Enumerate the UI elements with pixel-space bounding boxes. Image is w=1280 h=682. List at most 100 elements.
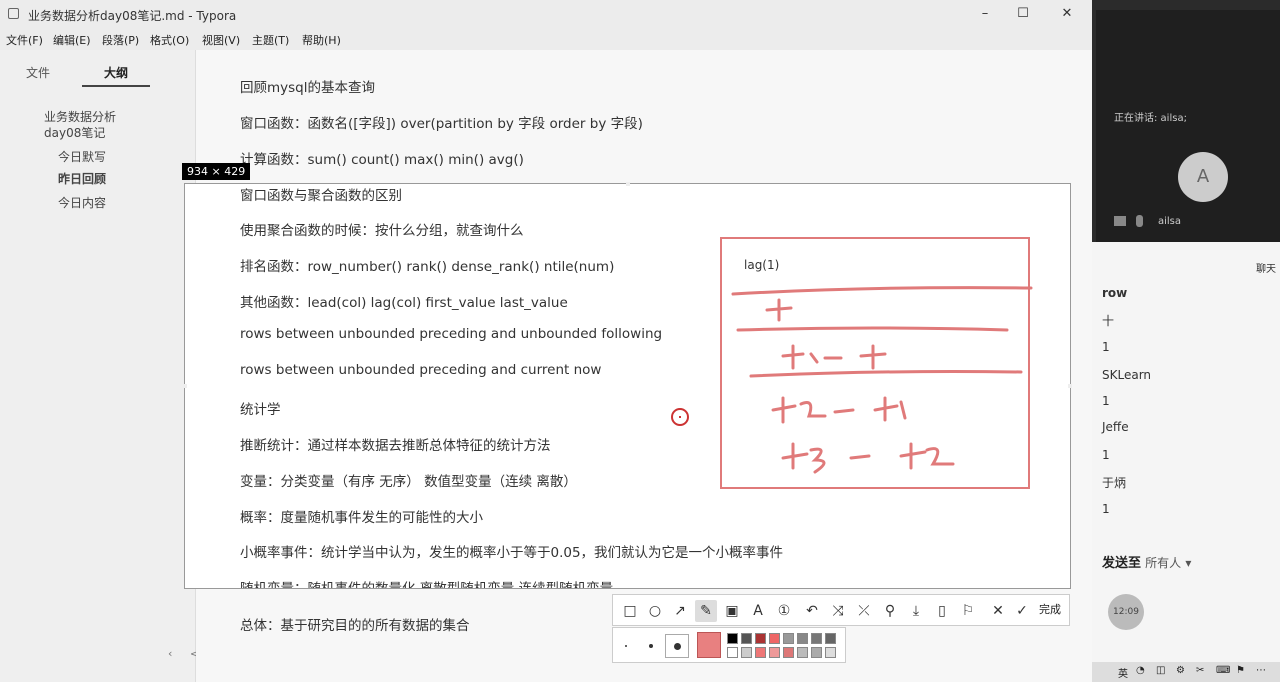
send-to-label: 发送至 [1102,556,1142,571]
color-swatch[interactable] [783,633,794,644]
tray-icon[interactable]: ◫ [1156,665,1165,676]
resize-handle[interactable] [1068,384,1072,388]
resize-handle[interactable] [183,384,187,388]
title-bar: 业务数据分析day08笔记.md - Typora – ☐ ✕ [0,0,1092,28]
resize-handle[interactable] [626,182,630,186]
current-color[interactable] [697,632,721,658]
tab-outline[interactable]: 大纲 [82,64,151,87]
color-swatch[interactable] [741,633,752,644]
tray-icon[interactable]: ✂ [1196,665,1204,676]
chat-message: Jeffe [1102,420,1129,434]
done-button[interactable]: 完成 [1039,601,1061,617]
menu-view[interactable]: 视图(V) [202,32,240,48]
resize-icon[interactable]: ⤫ [853,600,875,622]
undo-icon[interactable]: ↶ [801,600,823,622]
outline-item[interactable]: 今日默写 [58,148,106,165]
tray-icon[interactable]: ⚙ [1176,665,1185,676]
participant-name: ailsa [1158,216,1182,227]
capture-line: 随机变量：随机事件的数量化 离散型随机变量 连续型随机变量 [240,577,613,588]
chevron-left-icon[interactable]: ‹ [168,647,172,660]
capture-line: 概率：度量随机事件发生的可能性的大小 [240,510,483,526]
annotation-label: lag(1) [744,258,780,272]
cancel-icon[interactable]: ✕ [987,600,1009,622]
menu-edit[interactable]: 编辑(E) [53,32,91,48]
color-swatch[interactable] [825,633,836,644]
color-swatch[interactable] [797,647,808,658]
outline-item[interactable]: day08笔记 [44,124,105,141]
save-icon[interactable]: ▯ [931,600,953,622]
maximize-icon[interactable]: ☐ [1008,4,1038,24]
editor-line: 回顾mysql的基本查询 [240,80,375,96]
camera-icon[interactable] [1114,216,1126,226]
speaking-indicator: 正在讲话: ailsa; [1114,113,1187,124]
color-swatch[interactable] [783,647,794,658]
capture-line: 其他函数：lead(col) lag(col) first_value last… [240,295,568,311]
capture-line: 使用聚合函数的时候：按什么分组，就查询什么 [240,223,524,239]
download-icon[interactable]: ⤓ [905,600,927,622]
chat-message: 1 [1102,394,1110,408]
capture-line: rows between unbounded preceding and unb… [240,326,663,342]
send-to-selector[interactable]: 发送至 所有人 ▾ [1102,552,1191,571]
tray-icon[interactable]: ⌨ [1216,665,1230,676]
close-icon[interactable]: ✕ [1052,4,1082,24]
capture-line: 排名函数：row_number() rank() dense_rank() nt… [240,259,615,275]
rectangle-icon[interactable]: □ [619,600,641,622]
tray-icon[interactable]: ⋯ [1256,665,1266,676]
editor-line: 计算函数：sum() count() max() min() avg() [240,152,524,168]
color-swatch[interactable] [825,647,836,658]
color-swatch[interactable] [755,647,766,658]
text-icon[interactable]: A [747,600,769,622]
color-swatch[interactable] [755,633,766,644]
color-swatch[interactable] [769,633,780,644]
ime-indicator[interactable]: 英 [1118,665,1128,680]
outline-item[interactable]: 昨日回顾 [58,170,106,187]
tray-icon[interactable]: ◔ [1136,665,1145,676]
annotation-rectangle[interactable] [720,237,1030,489]
ellipse-icon[interactable]: ○ [644,600,666,622]
color-swatch[interactable] [727,633,738,644]
color-swatch[interactable] [727,647,738,658]
meeting-panel: 正在讲话: ailsa; A ailsa 聊天 row 十 1 SKLearn … [1092,0,1280,682]
timer-badge: 12:09 [1108,594,1144,630]
outline-item[interactable]: 今日内容 [58,194,106,211]
capture-line: rows between unbounded preceding and cur… [240,362,602,378]
color-swatch[interactable] [741,647,752,658]
tab-files[interactable]: 文件 [26,64,50,81]
color-swatch[interactable] [769,647,780,658]
confirm-icon[interactable]: ✓ [1011,600,1033,622]
capture-line: 小概率事件：统计学当中认为，发生的概率小于等于0.05，我们就认为它是一个小概率… [240,545,784,561]
color-swatch[interactable] [797,633,808,644]
arrow-icon[interactable]: ↗ [669,600,691,622]
number-icon[interactable]: ① [773,600,795,622]
menu-help[interactable]: 帮助(H) [302,32,341,48]
chevron-down-icon: ▾ [1185,556,1192,570]
menu-file[interactable]: 文件(F) [6,32,43,48]
size-small[interactable] [625,645,627,647]
size-large[interactable] [665,634,689,658]
editor-line: 总体：基于研究目的的所有数据的集合 [240,618,470,634]
color-swatch[interactable] [811,647,822,658]
window-title: 业务数据分析day08笔记.md - Typora [28,9,237,23]
chat-message: row [1102,286,1128,300]
menu-format[interactable]: 格式(O) [150,32,189,48]
outline-item[interactable]: 业务数据分析 [44,108,116,125]
chat-message: 十 [1102,314,1115,328]
pin-icon[interactable]: ⚲ [879,600,901,622]
pointer-cursor-icon [671,408,689,426]
microphone-icon[interactable] [1136,215,1143,227]
size-medium[interactable] [649,644,653,648]
mosaic-icon[interactable]: ▣ [721,600,743,622]
menu-paragraph[interactable]: 段落(P) [102,32,139,48]
bookmark-icon[interactable]: ⚐ [957,600,979,622]
send-to-target[interactable]: 所有人 [1145,556,1181,570]
tray-icon[interactable]: ⚑ [1236,665,1245,676]
capture-line: 推断统计：通过样本数据去推断总体特征的统计方法 [240,438,551,454]
video-area: 正在讲话: ailsa; A ailsa [1096,10,1280,242]
menu-theme[interactable]: 主题(T) [252,32,289,48]
editor-line: 窗口函数：函数名([字段]) over(partition by 字段 orde… [240,116,643,132]
minimize-icon[interactable]: – [970,4,1000,24]
pen-icon[interactable]: ✎ [695,600,717,622]
color-swatch[interactable] [811,633,822,644]
screenshot-selection[interactable]: 窗口函数与聚合函数的区别 使用聚合函数的时候：按什么分组，就查询什么 排名函数：… [183,182,1072,589]
redo-icon[interactable]: ⤨ [827,600,849,622]
